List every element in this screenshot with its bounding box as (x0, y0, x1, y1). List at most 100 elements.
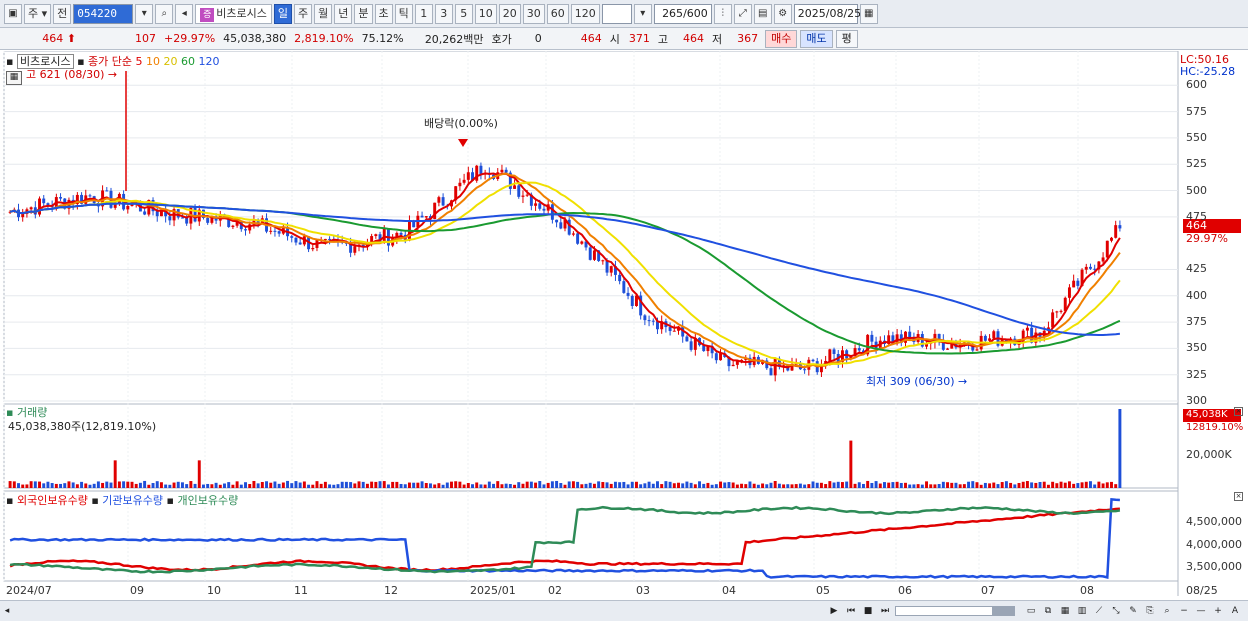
volume-bar (298, 482, 302, 488)
x-axis-label: 04 (722, 584, 736, 597)
chart-area[interactable]: ▪ 비츠로시스 ▪ 종가 단순 5 10 20 60 120 ▦ 고 621 (… (0, 51, 1248, 601)
candle-body (714, 353, 718, 361)
volume-bar (786, 484, 790, 488)
rewind-icon[interactable]: ⏮ (844, 604, 858, 618)
sell-button[interactable]: 매도 (800, 29, 833, 48)
pane-close-icon[interactable]: × (1234, 492, 1243, 501)
x-axis-label: 12 (384, 584, 398, 597)
scroll-thumb[interactable] (992, 607, 1014, 615)
volume-bar (719, 481, 723, 488)
draw-icon[interactable]: ⟋ (1092, 604, 1106, 618)
low-annotation-text: 최저 309 (06/30) (866, 375, 955, 388)
interval-60[interactable]: 60 (546, 3, 569, 24)
grid-toggle-icon[interactable]: ▦ (6, 71, 22, 85)
candle-body (811, 359, 815, 362)
zoom-out-icon[interactable]: − (1177, 604, 1191, 618)
volume-bar (895, 481, 899, 488)
layout-icon[interactable]: ▥ (1075, 604, 1089, 618)
count-max: /600 (683, 6, 708, 20)
candle-body (908, 331, 912, 338)
volume-bar (429, 483, 432, 488)
volume-bar (281, 482, 285, 488)
volume-bar (101, 482, 105, 488)
tab-tick[interactable]: 틱 (394, 3, 413, 24)
tab-second[interactable]: 초 (374, 3, 393, 24)
volume-bar (630, 481, 634, 488)
search-icon[interactable]: ⌕ (155, 3, 174, 24)
trend-icon[interactable]: ⤡ (1109, 604, 1123, 618)
candle-body (647, 320, 651, 322)
calendar-icon[interactable]: ▦ (859, 3, 878, 24)
holding-line-1 (9, 498, 1120, 579)
interval-3[interactable]: 3 (434, 3, 453, 24)
search-icon[interactable]: ⌕ (1160, 604, 1174, 618)
interval-20[interactable]: 20 (498, 3, 521, 24)
pane-frame (3, 403, 1179, 489)
scroll-left-icon[interactable]: ◂ (0, 604, 14, 618)
interval-dropdown-icon[interactable]: ▾ (633, 3, 652, 24)
date-input[interactable]: 2025/08/25 (793, 3, 861, 24)
zoom-in-icon[interactable]: + (1211, 604, 1225, 618)
chart-type-icon[interactable]: ⫶ (713, 3, 732, 24)
count-input[interactable]: 265/600 (653, 3, 712, 24)
volume-bar (647, 481, 651, 488)
interval-1[interactable]: 1 (414, 3, 433, 24)
eval-button[interactable]: 평 (835, 29, 858, 48)
interval-30[interactable]: 30 (522, 3, 545, 24)
volume-bar (988, 483, 992, 488)
gear-icon[interactable]: ⚙ (773, 3, 792, 24)
compare-icon[interactable]: ⤢ (733, 3, 752, 24)
dropdown-icon[interactable]: ▾ (135, 3, 154, 24)
volume-bar (471, 484, 474, 488)
stop-icon[interactable]: ■ (861, 604, 875, 618)
tab-year[interactable]: 년 (334, 3, 353, 24)
forward-icon[interactable]: ⏭ (878, 604, 892, 618)
candle-body (88, 195, 92, 197)
tab-week[interactable]: 주 (294, 3, 313, 24)
volume-bar (109, 482, 113, 488)
buy-button[interactable]: 매수 (765, 29, 798, 48)
market-select[interactable]: 주 ▾ (24, 3, 52, 24)
volume-bar (206, 483, 210, 488)
view-icon[interactable]: ▭ (1024, 604, 1038, 618)
range-select[interactable]: 전 (53, 3, 72, 24)
font-icon[interactable]: A (1228, 604, 1242, 618)
volume-bar (50, 483, 54, 488)
stock-name-field[interactable]: 증 비츠로시스 (195, 3, 272, 24)
volume-bar (756, 484, 760, 488)
export-icon[interactable]: ⎘ (1143, 604, 1157, 618)
candle-body (168, 216, 172, 221)
ma5-label: 5 (135, 55, 143, 68)
volume-bar (962, 484, 966, 488)
volume-bar (319, 483, 323, 488)
tab-minute[interactable]: 분 (354, 3, 373, 24)
volume-bar (744, 484, 748, 488)
candle-body (946, 348, 950, 350)
volume-bar (798, 483, 802, 488)
scroll-track[interactable] (895, 606, 1015, 616)
volume-bar (248, 484, 252, 488)
stock-code-input[interactable]: 054220 (73, 3, 134, 24)
tab-month[interactable]: 월 (314, 3, 333, 24)
save-icon[interactable]: ▤ (753, 3, 772, 24)
pane-menu-icon[interactable]: ▪ (6, 55, 13, 68)
volume-bar (933, 484, 937, 488)
tool-icon[interactable]: ✎ (1126, 604, 1140, 618)
interval-120[interactable]: 120 (570, 3, 600, 24)
volume-bar (983, 482, 987, 488)
interval-5[interactable]: 5 (454, 3, 473, 24)
play-icon[interactable]: ▶ (827, 604, 841, 618)
volume-bar (559, 483, 563, 488)
custom-interval-input[interactable] (601, 3, 632, 24)
grid-icon[interactable]: ▦ (1058, 604, 1072, 618)
tab-day[interactable]: 일 (273, 3, 293, 24)
speaker-icon[interactable]: ◂ (175, 3, 194, 24)
volume-bar (12, 481, 16, 488)
volume-bar (445, 482, 449, 488)
candle-body (1072, 280, 1076, 288)
interval-10[interactable]: 10 (474, 3, 497, 24)
pane-close-icon[interactable]: × (1234, 407, 1243, 416)
split-icon[interactable]: ⧉ (1041, 604, 1055, 618)
layout-icon[interactable]: ▣ (4, 3, 22, 24)
minus-icon[interactable]: — (1194, 604, 1208, 618)
